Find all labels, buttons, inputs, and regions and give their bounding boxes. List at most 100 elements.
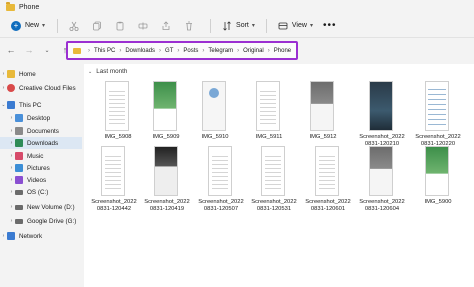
copy-button[interactable] [88,18,106,34]
recent-locations-icon[interactable]: ⌄ [40,43,54,57]
sidebar-item-pictures[interactable]: › Pictures [0,162,82,174]
breadcrumb-separator-icon: › [119,47,122,54]
sidebar-item-music[interactable]: › Music [0,150,82,162]
image-thumbnail [425,81,449,131]
file-name: Screenshot_2022 0831-120604 [359,199,405,212]
breadcrumb-this-pc[interactable]: This PC [94,48,115,54]
expand-icon[interactable]: › [0,233,7,239]
sidebar-item-downloads[interactable]: › Downloads [0,137,82,149]
file-tile[interactable]: Screenshot_2022 0831-120220 [412,81,464,151]
cut-button[interactable] [65,18,83,34]
sidebar-item-label: Music [27,152,44,160]
breadcrumb-posts[interactable]: Posts [183,48,198,54]
file-tile[interactable]: IMG_5911 [243,81,295,151]
file-tile[interactable]: Screenshot_2022 0831-120531 [248,146,300,216]
command-bar: + New ▾ Sort ▾ View ▾ ••• [0,14,474,38]
chevron-down-icon: ⌄ [88,68,93,75]
file-tile[interactable]: Screenshot_2022 0831-120604 [356,146,408,216]
breadcrumb-telegram[interactable]: Telegram [208,48,233,54]
file-tile[interactable]: IMG_5910 [189,81,241,151]
expand-icon[interactable]: › [8,204,15,210]
sidebar-item-creative-cloud[interactable]: › Creative Cloud Files [0,82,82,94]
file-tile[interactable]: Screenshot_2022 0831-120210 [356,81,408,151]
forward-arrow-icon[interactable]: → [22,43,36,57]
sidebar-item-label: Pictures [27,164,50,172]
paste-button[interactable] [111,18,129,34]
share-button[interactable] [157,18,175,34]
file-tile[interactable]: Screenshot_2022 0831-120442 [88,146,140,216]
expand-icon[interactable]: › [8,140,15,146]
drive-icon [15,204,23,210]
sidebar-item-label: Google Drive (G:) [27,217,77,225]
file-name: Screenshot_2022 0831-120531 [251,199,297,212]
creative-cloud-icon [7,84,15,92]
group-header[interactable]: ⌄ Last month [88,68,127,75]
expand-icon[interactable]: › [8,128,15,134]
back-arrow-icon[interactable]: ← [4,43,18,57]
file-tile[interactable]: Screenshot_2022 0831-120507 [195,146,247,216]
file-tile[interactable]: Screenshot_2022 0831-120601 [302,146,354,216]
rename-button[interactable] [134,18,152,34]
new-button[interactable]: + New ▾ [6,18,50,34]
chevron-down-icon: ▾ [251,23,255,29]
sidebar-item-label: Documents [27,127,59,135]
file-name: Screenshot_2022 0831-120419 [144,199,190,212]
file-name: IMG_5908 [104,134,132,140]
documents-icon [15,127,23,135]
image-thumbnail [208,146,232,196]
file-tile[interactable]: Screenshot_2022 0831-120419 [141,146,193,216]
file-list: ⌄ Last month IMG_5908 IMG_5909 IMG_5910 … [84,64,474,287]
expand-icon[interactable]: › [0,85,7,91]
file-tile[interactable]: IMG_5912 [297,81,349,151]
expand-icon[interactable]: › [8,177,15,183]
expand-icon[interactable]: › [8,153,15,159]
file-tile[interactable]: IMG_5908 [92,81,144,151]
sidebar-item-label: Creative Cloud Files [19,84,76,92]
music-icon [15,152,23,160]
divider [57,18,59,33]
sidebar-item-documents[interactable]: › Documents [0,125,82,137]
sidebar-item-this-pc[interactable]: ⌄ This PC [0,99,82,111]
expand-icon[interactable]: › [8,115,15,121]
collapse-icon[interactable]: ⌄ [0,102,7,108]
sidebar-item-new-volume-d[interactable]: › New Volume (D:) [0,201,82,213]
breadcrumb-gt[interactable]: GT [165,48,173,54]
image-thumbnail [310,81,334,131]
view-button[interactable]: View ▾ [274,18,317,34]
breadcrumb-downloads[interactable]: Downloads [125,48,155,54]
expand-icon[interactable]: › [8,218,15,224]
sort-label: Sort [236,22,249,29]
breadcrumb-separator-icon: › [267,47,270,54]
divider [210,18,212,33]
sidebar-item-os-c[interactable]: › OS (C:) [0,186,82,198]
chevron-down-icon: ▾ [309,23,313,29]
breadcrumb-original[interactable]: Original [243,48,264,54]
videos-icon [15,176,23,184]
image-thumbnail [101,146,125,196]
chevron-down-icon: ▾ [42,23,46,29]
file-tile[interactable]: IMG_5909 [140,81,192,151]
image-thumbnail [202,81,226,131]
address-bar[interactable]: › This PC › Downloads › GT › Posts › Tel… [66,41,298,60]
sidebar-item-label: Desktop [27,114,51,122]
expand-icon[interactable]: › [8,189,15,195]
sidebar-item-label: Downloads [27,139,59,147]
expand-icon[interactable]: › [8,165,15,171]
new-label: New [25,22,40,29]
folder-icon [6,1,15,11]
delete-button[interactable] [180,18,198,34]
clipboard-icon [116,21,124,30]
expand-icon[interactable]: › [0,71,7,77]
divider [265,18,267,33]
sidebar-item-home[interactable]: › Home [0,68,82,80]
file-tile[interactable]: IMG_5900 [412,146,464,216]
copy-icon [93,21,101,30]
sort-button[interactable]: Sort ▾ [218,18,259,34]
sidebar-item-google-drive-g[interactable]: › Google Drive (G:) [0,215,82,227]
sidebar-item-desktop[interactable]: › Desktop [0,112,82,124]
sidebar-item-videos[interactable]: › Videos [0,174,82,186]
group-label: Last month [96,68,128,75]
breadcrumb-phone[interactable]: Phone [274,48,291,54]
sidebar-item-network[interactable]: › Network [0,230,82,242]
more-options-button[interactable]: ••• [323,20,337,31]
